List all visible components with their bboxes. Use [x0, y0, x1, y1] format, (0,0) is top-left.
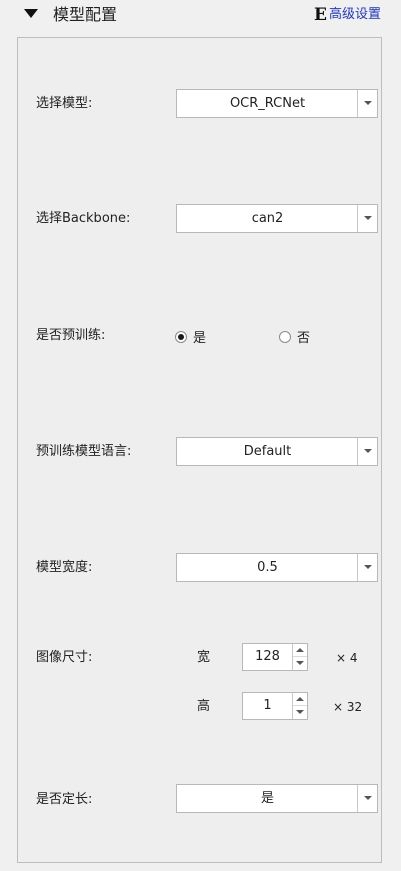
model-label: 选择模型:: [36, 96, 93, 111]
panel-header: 模型配置 E 高级设置: [0, 0, 401, 32]
advanced-settings-icon: E: [314, 5, 327, 25]
pretrained-radio-yes-label: 是: [193, 331, 207, 346]
image-height-spinbox[interactable]: 1: [242, 692, 308, 720]
image-height-multiplier: × 32: [333, 700, 363, 714]
image-height-stepper: [292, 693, 307, 719]
image-width-spinbox[interactable]: 128: [242, 643, 308, 671]
pretrained-radio-yes[interactable]: 是: [175, 327, 206, 346]
model-width-select-value: 0.5: [257, 560, 278, 575]
pretrain-language-label: 预训练模型语言:: [36, 444, 132, 459]
pretrain-language-dropdown-button[interactable]: [357, 438, 377, 465]
advanced-settings-link[interactable]: E 高级设置: [314, 5, 381, 25]
pretrain-language-select-value: Default: [243, 444, 292, 459]
fixed-length-label: 是否定长:: [36, 792, 93, 807]
model-width-select[interactable]: 0.5: [176, 553, 378, 582]
radio-checked-icon: [175, 330, 187, 343]
chevron-up-icon: [296, 648, 304, 652]
model-select-dropdown-button[interactable]: [357, 90, 377, 117]
radio-unchecked-icon: [279, 330, 291, 343]
image-height-value[interactable]: 1: [243, 693, 292, 719]
image-width-multiplier: × 4: [336, 651, 358, 665]
chevron-up-icon: [296, 697, 304, 701]
image-width-stepper: [292, 644, 307, 670]
chevron-down-icon: [296, 661, 304, 665]
chevron-down-icon: [364, 216, 372, 220]
pretrained-radio-no[interactable]: 否: [279, 327, 310, 346]
model-select-value: OCR_RCNet: [229, 96, 306, 111]
advanced-settings-label: 高级设置: [328, 7, 381, 22]
image-width-value[interactable]: 128: [243, 644, 292, 670]
collapse-arrow-icon[interactable]: [24, 9, 38, 18]
image-width-decrement-button[interactable]: [293, 657, 307, 670]
backbone-select[interactable]: can2: [176, 204, 378, 233]
model-width-dropdown-button[interactable]: [357, 554, 377, 581]
pretrain-language-select[interactable]: Default: [176, 437, 378, 466]
image-width-label: 宽: [197, 650, 211, 665]
model-width-label: 模型宽度:: [36, 560, 93, 575]
chevron-down-icon: [364, 796, 372, 800]
fixed-length-select-value: 是: [260, 791, 274, 806]
backbone-select-dropdown-button[interactable]: [357, 205, 377, 232]
fixed-length-select[interactable]: 是: [176, 784, 378, 813]
image-height-decrement-button[interactable]: [293, 706, 307, 719]
image-height-increment-button[interactable]: [293, 693, 307, 706]
chevron-down-icon: [296, 710, 304, 714]
chevron-down-icon: [364, 565, 372, 569]
backbone-label: 选择Backbone:: [36, 211, 131, 226]
backbone-select-value: can2: [251, 211, 284, 226]
pretrained-label: 是否预训练:: [36, 328, 106, 343]
chevron-down-icon: [364, 449, 372, 453]
model-select[interactable]: OCR_RCNet: [176, 89, 378, 118]
image-size-label: 图像尺寸:: [36, 650, 93, 665]
image-height-label: 高: [197, 699, 211, 714]
chevron-down-icon: [364, 101, 372, 105]
image-width-increment-button[interactable]: [293, 644, 307, 657]
fixed-length-dropdown-button[interactable]: [357, 785, 377, 812]
pretrained-radio-no-label: 否: [297, 331, 311, 346]
panel-title: 模型配置: [53, 5, 118, 24]
